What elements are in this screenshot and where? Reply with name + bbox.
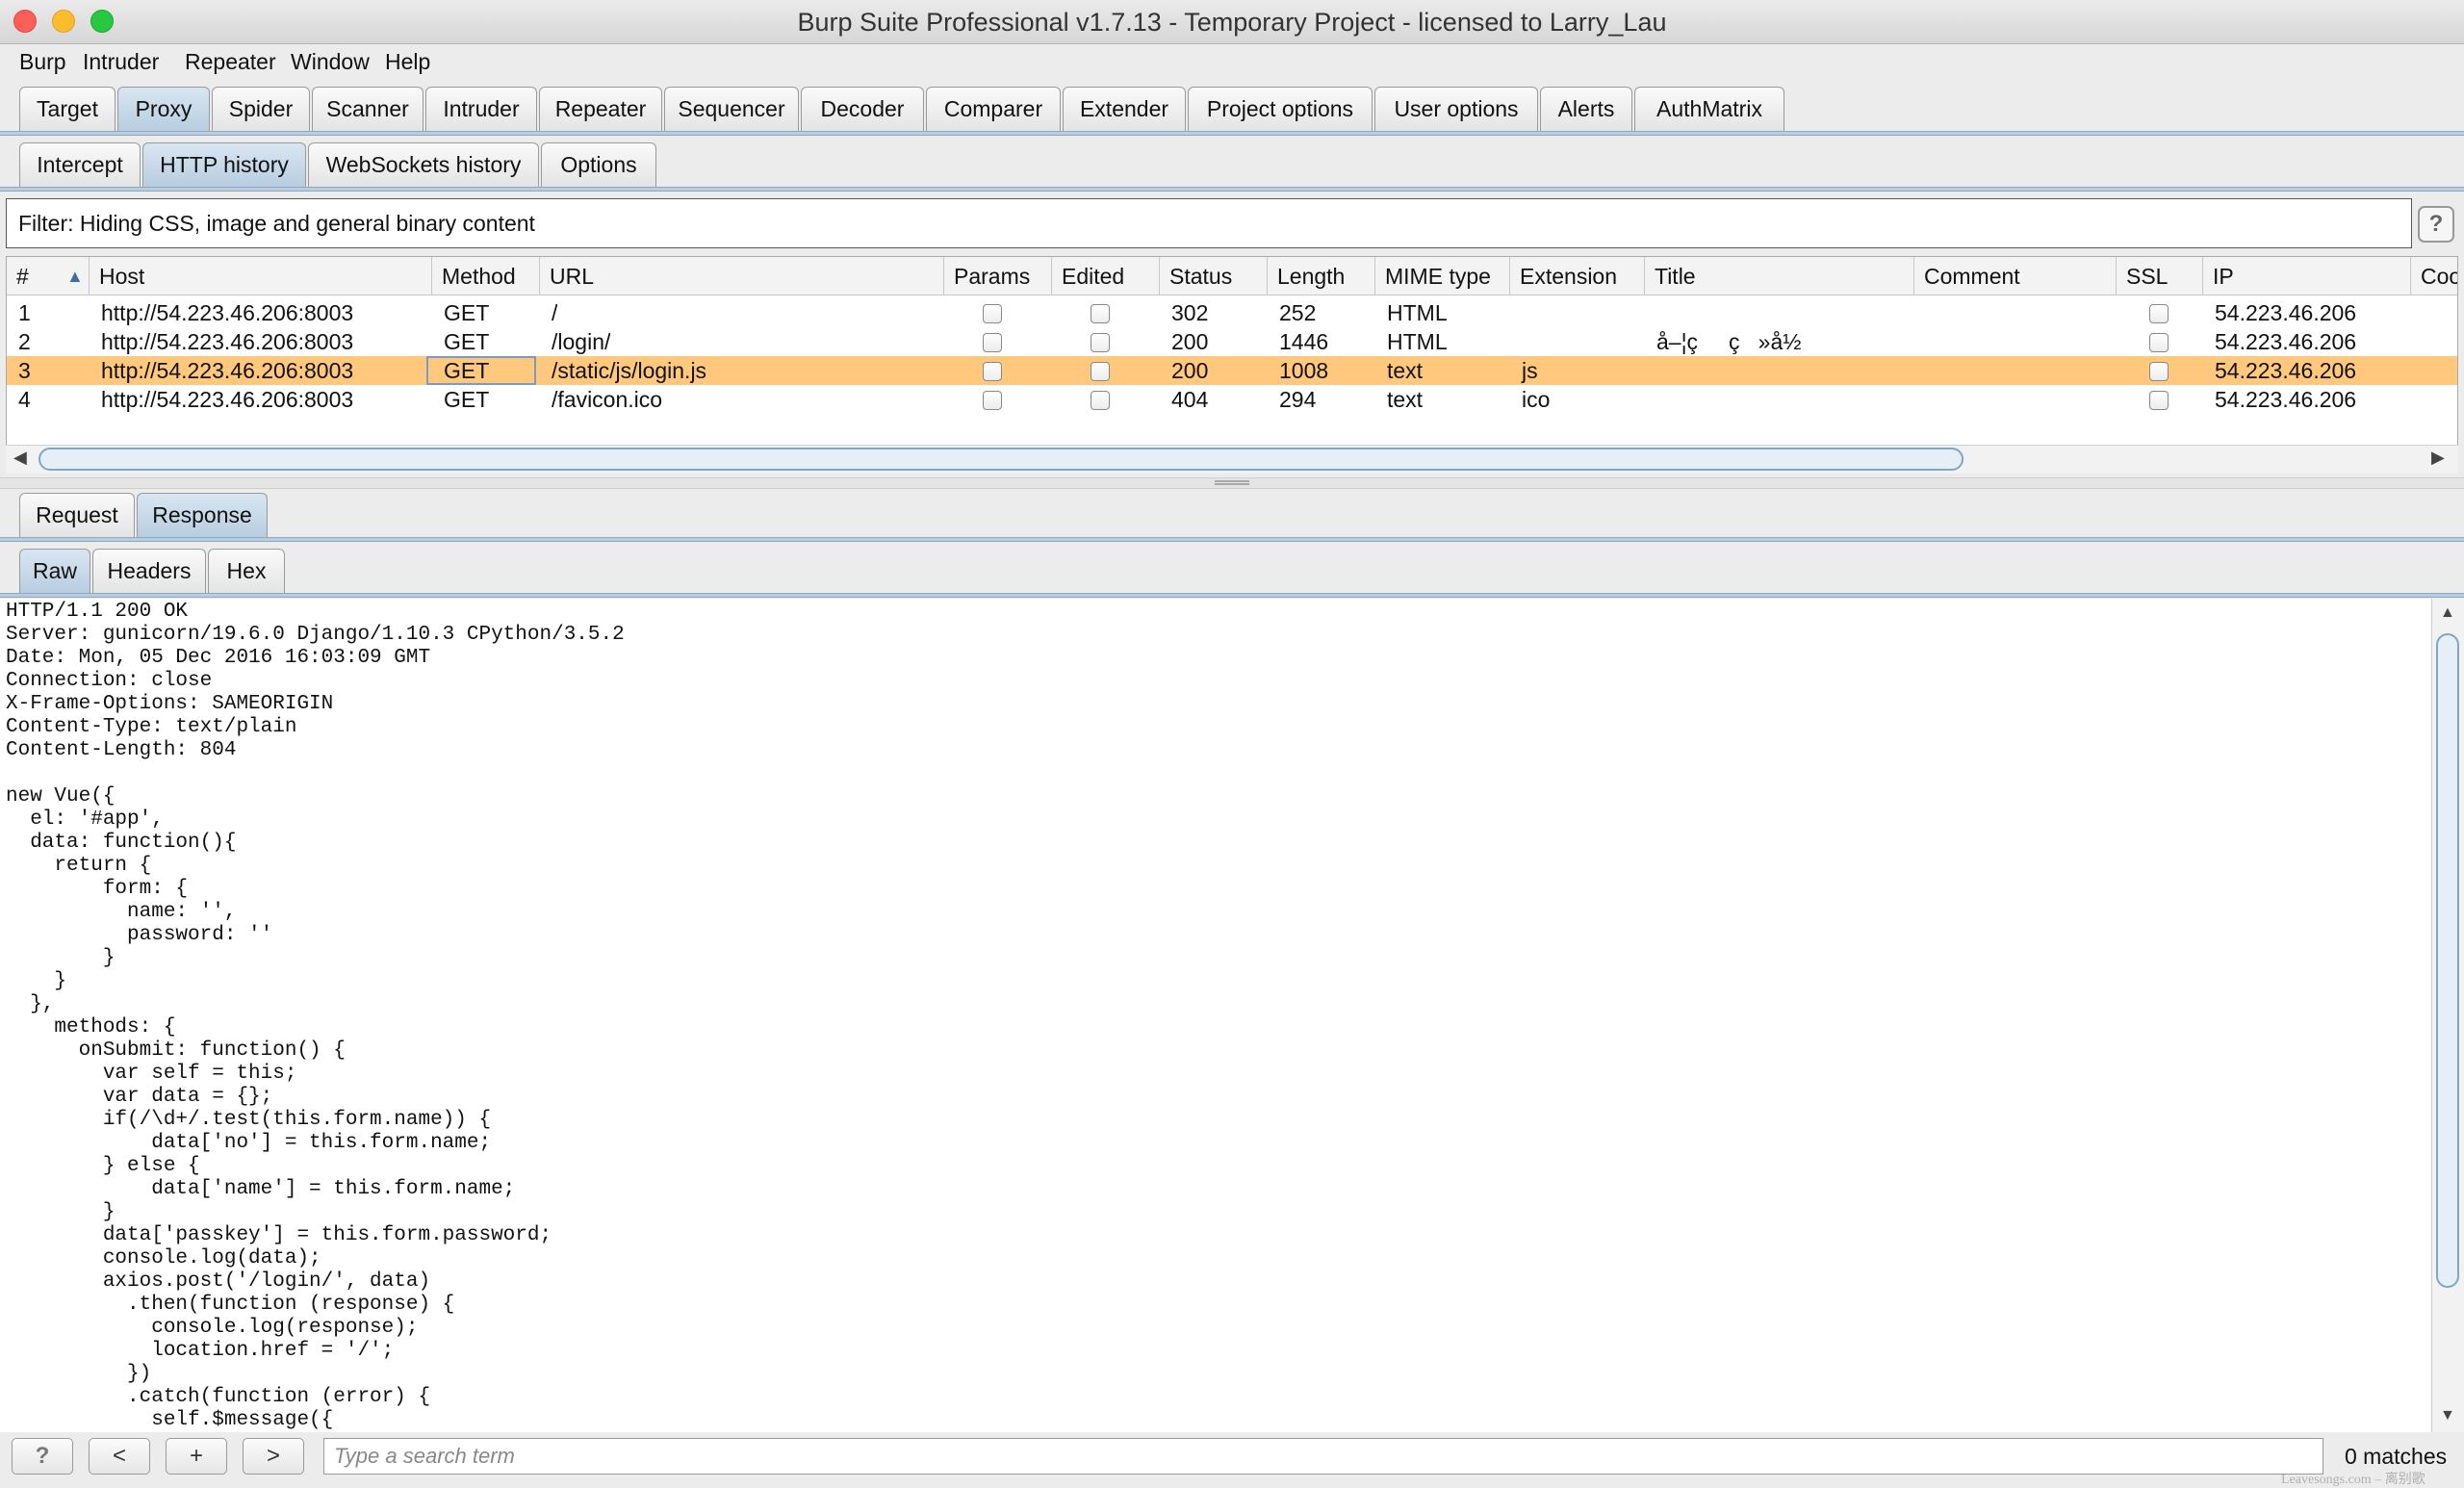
edited-checkbox[interactable] — [1091, 333, 1110, 352]
search-input[interactable] — [323, 1438, 2323, 1475]
menu-bar: Burp Intruder Repeater Window Help — [0, 45, 2464, 82]
tab-spider[interactable]: Spider — [212, 87, 310, 131]
tab-proxy[interactable]: Proxy — [117, 87, 210, 131]
match-count: 0 matches — [2345, 1444, 2448, 1469]
table-horizontal-scrollbar[interactable]: ◀ ▶ — [6, 445, 2458, 474]
col-extension[interactable]: Extension — [1510, 257, 1645, 295]
params-checkbox[interactable] — [983, 391, 1002, 410]
add-search-button[interactable]: + — [166, 1438, 227, 1475]
params-checkbox[interactable] — [983, 362, 1002, 381]
tab-extender[interactable]: Extender — [1063, 87, 1186, 131]
proxy-tab-divider — [0, 187, 2464, 192]
menu-intruder[interactable]: Intruder — [83, 49, 159, 75]
tab-http-history[interactable]: HTTP history — [142, 142, 306, 187]
title-bar: Burp Suite Professional v1.7.13 - Tempor… — [0, 0, 2464, 44]
col-comment[interactable]: Comment — [1914, 257, 2117, 295]
params-checkbox[interactable] — [983, 333, 1002, 352]
sort-ascending-icon: ▲ — [66, 267, 84, 286]
message-tab-bar: Request Response — [0, 491, 2464, 545]
tab-request[interactable]: Request — [19, 493, 135, 537]
col-status[interactable]: Status — [1160, 257, 1268, 295]
scroll-right-icon[interactable]: ▶ — [2431, 448, 2445, 468]
ssl-checkbox[interactable] — [2149, 333, 2169, 352]
menu-window[interactable]: Window — [291, 49, 370, 75]
table-row-selected[interactable]: 3 http://54.223.46.206:8003 GET /static/… — [7, 356, 2457, 385]
col-number[interactable]: # ▲ — [7, 257, 90, 295]
tab-sequencer[interactable]: Sequencer — [664, 87, 799, 131]
table-row[interactable]: 1 http://54.223.46.206:8003 GET / 302 25… — [7, 298, 2457, 327]
col-edited[interactable]: Edited — [1052, 257, 1160, 295]
scrollbar-thumb[interactable] — [2436, 633, 2459, 1288]
col-mime-type[interactable]: MIME type — [1375, 257, 1510, 295]
window-title: Burp Suite Professional v1.7.13 - Tempor… — [797, 8, 1667, 37]
menu-burp[interactable]: Burp — [19, 49, 66, 75]
tab-response[interactable]: Response — [137, 493, 268, 537]
col-params[interactable]: Params — [944, 257, 1052, 295]
help-icon[interactable]: ? — [2418, 206, 2454, 243]
split-pane-divider[interactable] — [0, 477, 2464, 489]
tab-target[interactable]: Target — [19, 87, 116, 131]
tab-alerts[interactable]: Alerts — [1540, 87, 1632, 131]
tab-hex[interactable]: Hex — [208, 549, 285, 593]
filter-bar[interactable]: Filter: Hiding CSS, image and general bi… — [6, 198, 2412, 248]
edited-checkbox[interactable] — [1091, 391, 1110, 410]
filter-text: Filter: Hiding CSS, image and general bi… — [18, 211, 535, 236]
watermark: Leavesongs.com – 离别歌 — [2281, 1473, 2426, 1487]
main-tab-divider — [0, 131, 2464, 136]
table-row[interactable]: 2 http://54.223.46.206:8003 GET /login/ … — [7, 327, 2457, 356]
tab-options[interactable]: Options — [541, 142, 656, 187]
view-tab-bar: Raw Headers Hex — [0, 547, 2464, 599]
search-bar: ? < + > 0 matches — [0, 1432, 2464, 1488]
tab-user-options[interactable]: User options — [1374, 87, 1538, 131]
ssl-checkbox[interactable] — [2149, 362, 2169, 381]
http-history-table: # ▲ Host Method URL Params Edited Status … — [6, 256, 2458, 474]
scroll-down-icon[interactable]: ▼ — [2440, 1407, 2455, 1424]
main-tab-bar: Target Proxy Spider Scanner Intruder Rep… — [0, 85, 2464, 136]
proxy-tab-bar: Intercept HTTP history WebSockets histor… — [0, 141, 2464, 192]
edited-checkbox[interactable] — [1091, 304, 1110, 323]
scrollbar-thumb[interactable] — [38, 448, 1964, 471]
response-vertical-scrollbar[interactable]: ▲ ▼ — [2431, 599, 2464, 1432]
response-raw-editor[interactable]: HTTP/1.1 200 OK Server: gunicorn/19.6.0 … — [0, 599, 2431, 1432]
col-cookies[interactable]: Coo — [2411, 257, 2457, 295]
tab-headers[interactable]: Headers — [92, 549, 206, 593]
edited-checkbox[interactable] — [1091, 362, 1110, 381]
grip-icon — [1215, 480, 1249, 485]
next-match-button[interactable]: > — [243, 1438, 304, 1475]
response-text: HTTP/1.1 200 OK Server: gunicorn/19.6.0 … — [6, 601, 625, 1431]
col-host[interactable]: Host — [90, 257, 432, 295]
table-header: # ▲ Host Method URL Params Edited Status … — [7, 257, 2457, 295]
menu-repeater[interactable]: Repeater — [185, 49, 276, 75]
tab-repeater[interactable]: Repeater — [539, 87, 662, 131]
tab-decoder[interactable]: Decoder — [801, 87, 924, 131]
tab-scanner[interactable]: Scanner — [312, 87, 424, 131]
tab-comparer[interactable]: Comparer — [926, 87, 1061, 131]
ssl-checkbox[interactable] — [2149, 391, 2169, 410]
col-ip[interactable]: IP — [2203, 257, 2411, 295]
tab-authmatrix[interactable]: AuthMatrix — [1634, 87, 1784, 131]
message-tab-divider — [0, 537, 2464, 542]
previous-match-button[interactable]: < — [89, 1438, 150, 1475]
scroll-left-icon[interactable]: ◀ — [13, 448, 27, 468]
tab-websockets-history[interactable]: WebSockets history — [308, 142, 539, 187]
view-tab-divider — [0, 593, 2464, 598]
col-method[interactable]: Method — [432, 257, 540, 295]
col-title[interactable]: Title — [1645, 257, 1914, 295]
table-row[interactable]: 4 http://54.223.46.206:8003 GET /favicon… — [7, 385, 2457, 414]
col-url[interactable]: URL — [540, 257, 944, 295]
ssl-checkbox[interactable] — [2149, 304, 2169, 323]
tab-raw[interactable]: Raw — [19, 549, 90, 593]
col-ssl[interactable]: SSL — [2117, 257, 2203, 295]
tab-intercept[interactable]: Intercept — [19, 142, 141, 187]
search-help-button[interactable]: ? — [12, 1438, 73, 1475]
tab-project-options[interactable]: Project options — [1188, 87, 1373, 131]
col-length[interactable]: Length — [1268, 257, 1375, 295]
scroll-up-icon[interactable]: ▲ — [2440, 604, 2455, 622]
tab-intruder[interactable]: Intruder — [425, 87, 537, 131]
params-checkbox[interactable] — [983, 304, 1002, 323]
menu-help[interactable]: Help — [385, 49, 430, 75]
